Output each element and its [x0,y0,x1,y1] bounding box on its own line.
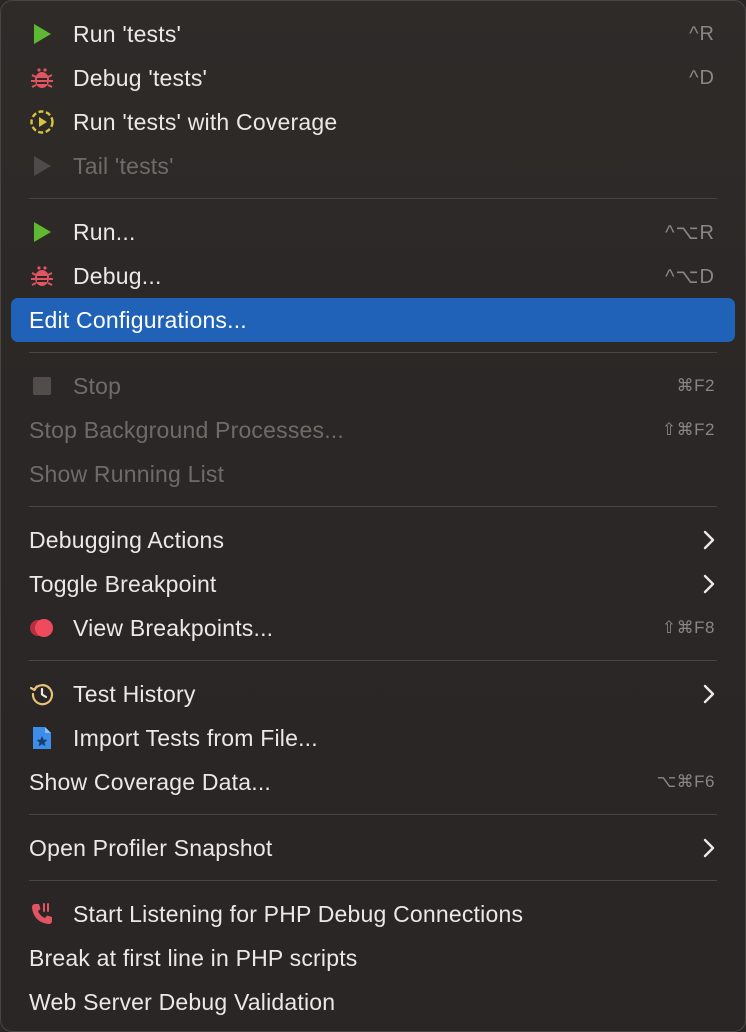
menu-item-label: Stop [73,372,122,399]
bug-icon [29,65,55,91]
menu-item-shortcut: ⌘F2 [676,376,715,395]
menu-item-label: Import Tests from File... [73,724,318,751]
menu-item-label: Run 'tests' [73,20,182,47]
menu-item-tail-tests[interactable]: Tail 'tests' [11,144,735,188]
menu-item-label: Open Profiler Snapshot [29,834,273,861]
menu-item-label: Tail 'tests' [73,152,174,179]
run-menu: Run 'tests' ^R Debug 'tests' ^D Run 'tes… [0,0,746,1032]
menu-item-label: Run 'tests' with Coverage [73,108,338,135]
menu-item-debug-tests[interactable]: Debug 'tests' ^D [11,56,735,100]
menu-item-run-with-coverage[interactable]: Run 'tests' with Coverage [11,100,735,144]
menu-item-label: Edit Configurations... [29,306,247,333]
stop-square-icon [29,373,55,399]
menu-item-stop-background-processes[interactable]: Stop Background Processes... ⇧⌘F2 [11,408,735,452]
separator [29,506,717,507]
menu-item-label: Run... [73,218,136,245]
menu-item-run-tests[interactable]: Run 'tests' ^R [11,12,735,56]
menu-item-label: Web Server Debug Validation [29,988,336,1015]
menu-item-label: Test History [73,680,196,707]
menu-item-label: Show Running List [29,460,225,487]
menu-item-show-coverage-data[interactable]: Show Coverage Data... ⌥⌘F6 [11,760,735,804]
menu-item-run[interactable]: Run... ^⌥R [11,210,735,254]
menu-item-label: Debug... [73,262,162,289]
phone-listen-icon [29,901,55,927]
menu-item-shortcut: ^⌥R [665,221,715,244]
coverage-icon [29,109,55,135]
tail-triangle-icon [29,153,55,179]
history-clock-icon [29,681,55,707]
menu-item-label: Break at first line in PHP scripts [29,944,358,971]
menu-item-debugging-actions[interactable]: Debugging Actions [11,518,735,562]
chevron-right-icon [699,683,715,705]
menu-item-import-tests[interactable]: Import Tests from File... [11,716,735,760]
menu-item-label: Show Coverage Data... [29,768,271,795]
menu-item-break-at-first-line[interactable]: Break at first line in PHP scripts [11,936,735,980]
menu-item-shortcut: ^⌥D [665,265,715,288]
menu-item-stop[interactable]: Stop ⌘F2 [11,364,735,408]
import-file-icon [29,725,55,751]
separator [29,660,717,661]
menu-item-web-server-debug-validation[interactable]: Web Server Debug Validation [11,980,735,1024]
menu-item-shortcut: ⇧⌘F8 [661,618,715,637]
menu-item-debug[interactable]: Debug... ^⌥D [11,254,735,298]
separator [29,880,717,881]
chevron-right-icon [699,529,715,551]
menu-item-test-history[interactable]: Test History [11,672,735,716]
menu-item-label: Toggle Breakpoint [29,570,217,597]
separator [29,198,717,199]
menu-item-open-profiler-snapshot[interactable]: Open Profiler Snapshot [11,826,735,870]
separator [29,814,717,815]
menu-item-edit-configurations[interactable]: Edit Configurations... [11,298,735,342]
menu-item-view-breakpoints[interactable]: View Breakpoints... ⇧⌘F8 [11,606,735,650]
menu-item-label: Start Listening for PHP Debug Connection… [73,900,524,927]
run-triangle-icon [29,219,55,245]
bug-icon [29,263,55,289]
menu-item-label: Debug 'tests' [73,64,208,91]
menu-item-shortcut: ^D [689,66,715,89]
run-triangle-icon [29,21,55,47]
chevron-right-icon [699,573,715,595]
menu-item-shortcut: ⇧⌘F2 [661,420,715,439]
menu-item-label: Debugging Actions [29,526,225,553]
menu-item-label: Stop Background Processes... [29,416,344,443]
menu-item-label: View Breakpoints... [73,614,274,641]
menu-item-shortcut: ^R [689,22,715,45]
menu-item-start-listening-php-debug[interactable]: Start Listening for PHP Debug Connection… [11,892,735,936]
chevron-right-icon [699,837,715,859]
menu-item-toggle-breakpoint[interactable]: Toggle Breakpoint [11,562,735,606]
menu-item-show-running-list[interactable]: Show Running List [11,452,735,496]
breakpoints-icon [29,615,55,641]
separator [29,352,717,353]
menu-item-shortcut: ⌥⌘F6 [656,772,715,791]
